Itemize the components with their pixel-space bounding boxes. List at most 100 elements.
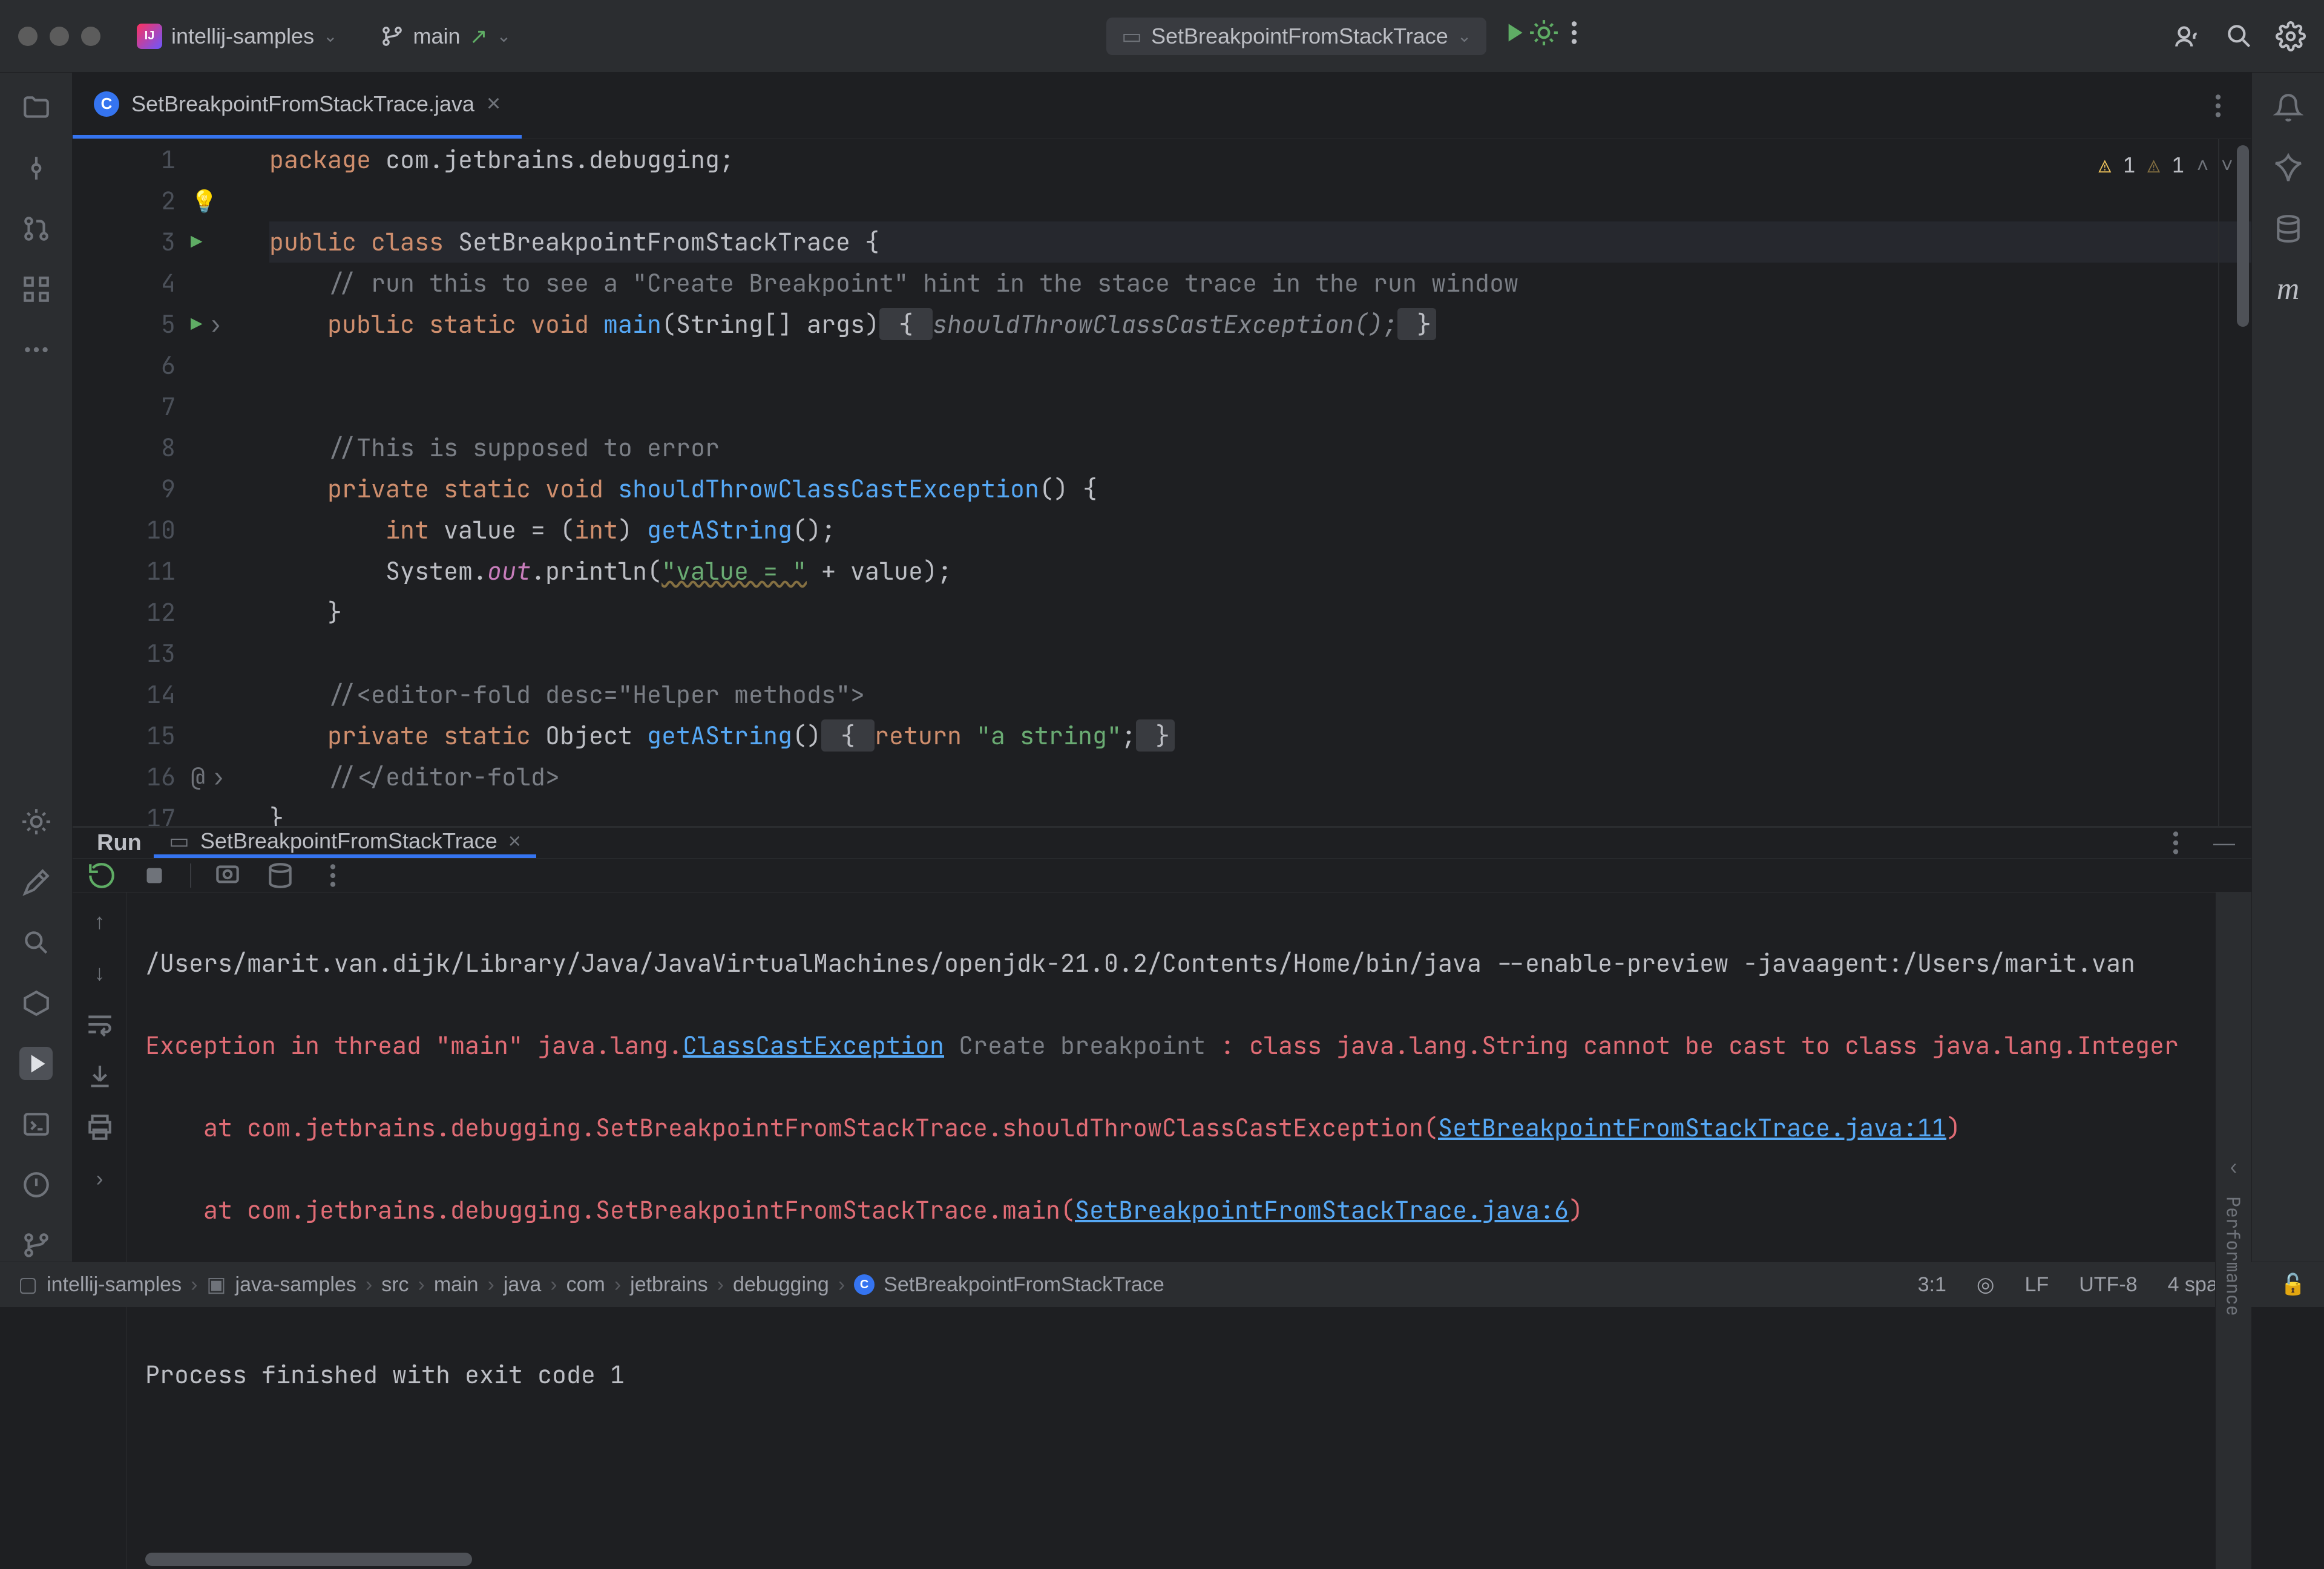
inspections-widget[interactable]: ⚠1 ⚠1 ˄ ˅ — [2099, 145, 2233, 186]
run-tool-button[interactable] — [19, 1047, 53, 1080]
close-tab-icon[interactable]: × — [508, 828, 521, 854]
editor-scrollbar[interactable] — [2237, 145, 2249, 327]
override-icon[interactable]: @ — [191, 756, 205, 798]
prev-highlight-icon[interactable]: ˄ — [2196, 145, 2208, 186]
vcs-branch-widget[interactable]: main ↗ ⌄ — [368, 18, 524, 55]
editor[interactable]: 1 2💡 3▶ 4 5▶› 6 7 8 9 10 11 12 13 14 15 … — [73, 139, 2251, 826]
search-button[interactable] — [2224, 21, 2254, 51]
project-name: intellij-samples — [171, 24, 314, 49]
code-line — [269, 633, 2251, 674]
intellij-logo-icon: IJ — [137, 24, 162, 49]
down-stack-button[interactable]: ↓ — [83, 956, 116, 989]
pull-requests-tool-button[interactable] — [19, 212, 53, 245]
console-output[interactable]: /Users/marit.van.dijk/Library/Java/JavaV… — [127, 893, 2251, 1569]
gutter[interactable]: 1 2💡 3▶ 4 5▶› 6 7 8 9 10 11 12 13 14 15 … — [73, 139, 260, 826]
line-number: 5 — [161, 304, 176, 345]
fold-icon[interactable]: › — [208, 304, 223, 345]
console-line: at com.jetbrains.debugging.SetBreakpoint… — [145, 1107, 2233, 1148]
more-tool-button[interactable] — [19, 333, 53, 366]
right-tool-rail: m — [2251, 73, 2324, 1262]
console-horizontal-scrollbar[interactable] — [145, 1553, 472, 1566]
find-tool-button[interactable] — [19, 926, 53, 959]
vcs-tool-button[interactable] — [19, 1228, 53, 1262]
stop-button[interactable] — [137, 859, 171, 892]
line-number: 16 — [146, 756, 176, 798]
code-line: } — [269, 592, 2251, 633]
minimize-window-icon[interactable] — [50, 27, 69, 46]
notifications-button[interactable] — [2271, 91, 2305, 124]
fold-icon[interactable]: › — [211, 756, 226, 798]
terminal-tool-button[interactable] — [19, 1107, 53, 1141]
next-highlight-icon[interactable]: ˅ — [2221, 145, 2233, 186]
left-tool-rail — [0, 73, 73, 1262]
up-stack-button[interactable]: ↑ — [83, 905, 116, 938]
code-line: public static void main(String[] args) {… — [269, 304, 2251, 345]
dump-threads-button[interactable] — [211, 859, 244, 892]
line-number: 9 — [161, 468, 176, 509]
lightbulb-icon[interactable]: 💡 — [191, 180, 218, 221]
code-line: private static void shouldThrowClassCast… — [269, 468, 2251, 509]
line-number: 8 — [161, 427, 176, 468]
print-button[interactable] — [83, 1110, 116, 1144]
line-number: 13 — [146, 633, 176, 674]
attach-profiler-button[interactable] — [263, 859, 297, 892]
close-window-icon[interactable] — [18, 27, 38, 46]
ai-assistant-button[interactable] — [2271, 151, 2305, 185]
line-number: 10 — [146, 509, 176, 551]
debug-tool-button[interactable] — [19, 805, 53, 838]
scroll-to-end-button[interactable] — [83, 1059, 116, 1092]
run-tab-name: SetBreakpointFromStackTrace — [200, 828, 497, 854]
chevron-down-icon: ⌄ — [497, 26, 511, 46]
run-toolbar — [73, 859, 2251, 893]
create-breakpoint-hint[interactable]: Create breakpoint — [959, 1029, 1206, 1061]
chevron-down-icon: ⌄ — [1457, 26, 1471, 46]
soft-wrap-button[interactable] — [83, 1007, 116, 1041]
run-panel-label: Run — [85, 830, 154, 856]
window-controls — [18, 27, 100, 46]
hide-panel-button[interactable]: — — [2209, 828, 2239, 858]
titlebar: IJ intellij-samples ⌄ main ↗ ⌄ ▭ SetBrea… — [0, 0, 2324, 73]
branch-icon — [380, 24, 404, 48]
folder-icon: ▢ — [18, 1273, 38, 1297]
exception-class-link[interactable]: ClassCastException — [683, 1029, 944, 1061]
problems-tool-button[interactable] — [19, 1168, 53, 1201]
build-tool-button[interactable] — [19, 865, 53, 899]
line-number: 15 — [146, 715, 176, 756]
close-tab-icon[interactable]: × — [487, 90, 501, 117]
tab-options-button[interactable] — [2203, 91, 2233, 121]
stack-trace-link[interactable]: SetBreakpointFromStackTrace.java:6 — [1075, 1194, 1569, 1226]
commit-tool-button[interactable] — [19, 151, 53, 185]
readonly-lock-icon[interactable]: 🔓 — [2280, 1273, 2306, 1297]
line-number: 4 — [161, 263, 176, 304]
database-tool-button[interactable] — [2271, 212, 2305, 245]
project-selector[interactable]: IJ intellij-samples ⌄ — [125, 18, 350, 55]
run-gutter-icon[interactable]: ▶ — [191, 221, 202, 263]
run-config-selector[interactable]: ▭ SetBreakpointFromStackTrace ⌄ — [1106, 18, 1486, 55]
code-with-me-button[interactable] — [2173, 21, 2203, 51]
expand-console-button[interactable]: › — [83, 1162, 116, 1195]
debug-button[interactable] — [1529, 18, 1559, 48]
editor-tab[interactable]: C SetBreakpointFromStackTrace.java × — [73, 73, 522, 139]
maven-tool-button[interactable]: m — [2271, 272, 2305, 306]
stack-trace-link[interactable]: SetBreakpointFromStackTrace.java:11 — [1438, 1112, 1946, 1144]
run-options-button[interactable] — [2161, 828, 2191, 858]
more-toolbar-button[interactable] — [316, 859, 349, 892]
line-number: 3 — [161, 221, 176, 263]
run-tab[interactable]: ▭ SetBreakpointFromStackTrace × — [154, 828, 536, 858]
performance-tab[interactable]: ‹Performance — [2215, 893, 2251, 1569]
run-button[interactable] — [1498, 18, 1529, 48]
console-line: Exception in thread "main" java.lang.Cla… — [145, 1025, 2233, 1066]
maximize-window-icon[interactable] — [81, 27, 100, 46]
code-area[interactable]: ⚠1 ⚠1 ˄ ˅ package com.jetbrains.debuggin… — [260, 139, 2251, 826]
line-number: 11 — [146, 551, 176, 592]
project-tool-button[interactable] — [19, 91, 53, 124]
line-number: 2 — [161, 180, 176, 221]
settings-button[interactable] — [2276, 21, 2306, 51]
structure-tool-button[interactable] — [19, 272, 53, 306]
editor-tabs: C SetBreakpointFromStackTrace.java × — [73, 73, 2251, 139]
run-gutter-icon[interactable]: ▶ — [191, 304, 202, 345]
rerun-button[interactable] — [85, 859, 118, 892]
code-line: //<editor-fold desc="Helper methods"> — [269, 674, 2251, 715]
more-actions-button[interactable] — [1559, 18, 1589, 48]
services-tool-button[interactable] — [19, 986, 53, 1020]
